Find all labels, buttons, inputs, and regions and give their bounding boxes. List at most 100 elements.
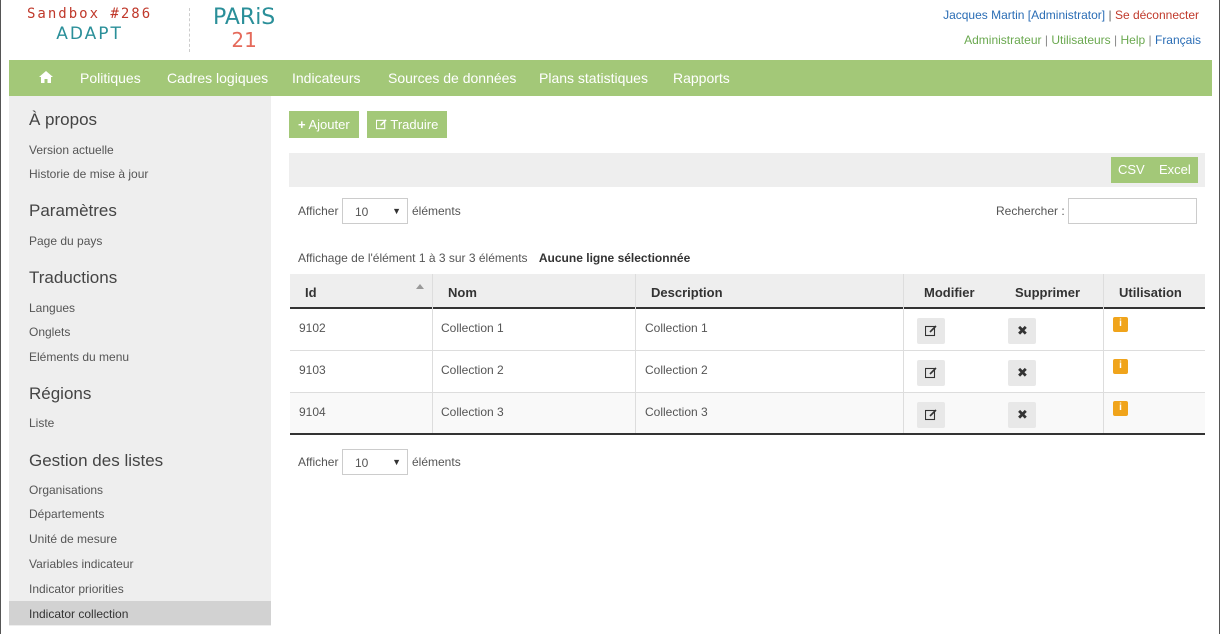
paris21-logo-line2: 21 <box>231 28 257 52</box>
sidebar-item-variables-indicateur[interactable]: Variables indicateur <box>29 557 134 571</box>
export-toolbar: CSV Excel <box>289 153 1205 187</box>
user-bar: Jacques Martin [Administrator] | Se déco… <box>943 8 1199 22</box>
logout-link[interactable]: Se déconnecter <box>1115 8 1199 22</box>
logo-divider <box>189 8 190 52</box>
show-label-bottom: Afficher <box>298 455 339 469</box>
sidebar-item-unite-de-mesure[interactable]: Unité de mesure <box>29 532 117 546</box>
paris21-logo: PARiS 21 <box>213 5 276 52</box>
edit-icon <box>925 325 937 337</box>
entries-label: éléments <box>412 204 461 218</box>
sidebar-item-indicator-collection[interactable]: Indicator collection <box>29 607 128 621</box>
nav-sources-de-donnees[interactable]: Sources de données <box>388 70 516 86</box>
page-size-select[interactable]: 10 ▼ <box>342 198 408 224</box>
sidebar-item-departements[interactable]: Départements <box>29 507 104 521</box>
column-header-modifier[interactable]: Modifier <box>924 285 975 300</box>
column-header-id[interactable]: Id <box>305 285 317 300</box>
column-header-utilisation[interactable]: Utilisation <box>1119 285 1182 300</box>
selection-info: Aucune ligne sélectionnée <box>538 251 691 265</box>
plus-icon: + <box>298 117 306 132</box>
usage-info-icon[interactable]: i <box>1113 317 1128 332</box>
usage-info-icon[interactable]: i <box>1113 359 1128 374</box>
admin-links: Administrateur | Utilisateurs | Help | F… <box>964 33 1201 47</box>
excel-button[interactable]: Excel <box>1152 157 1198 183</box>
help-link[interactable]: Help <box>1120 33 1145 47</box>
table-info-count: Affichage de l'élément 1 à 3 sur 3 éléme… <box>298 251 528 265</box>
separator: | <box>1044 33 1048 47</box>
sidebar-item-onglets[interactable]: Onglets <box>29 325 70 339</box>
sidebar-item-langues[interactable]: Langues <box>29 301 75 315</box>
sidebar-heading-gestion-des-listes: Gestion des listes <box>29 451 164 470</box>
edit-icon <box>925 409 937 421</box>
cell-description: Collection 3 <box>645 405 708 419</box>
delete-icon: ✖ <box>1017 365 1028 380</box>
column-header-supprimer[interactable]: Supprimer <box>1015 285 1080 300</box>
delete-icon: ✖ <box>1017 323 1028 338</box>
sort-asc-icon <box>416 284 424 289</box>
usage-info-icon[interactable]: i <box>1113 401 1128 416</box>
show-label: Afficher <box>298 204 339 218</box>
brand-sandbox-label: Sandbox #286 <box>27 6 153 22</box>
main-nav: Politiques Cadres logiques Indicateurs S… <box>9 60 1212 96</box>
add-button[interactable]: + Ajouter <box>289 111 359 138</box>
language-link[interactable]: Français <box>1155 33 1201 47</box>
table-row[interactable]: 9104 Collection 3 Collection 3 ✖ i <box>290 393 1205 435</box>
page-size-value: 10 <box>355 456 369 470</box>
search-input[interactable] <box>1068 198 1197 224</box>
table-row[interactable]: 9102 Collection 1 Collection 1 ✖ i <box>290 309 1205 351</box>
nav-plans-statistiques[interactable]: Plans statistiques <box>539 70 648 86</box>
sidebar-item-historie[interactable]: Historie de mise à jour <box>29 167 148 181</box>
users-link[interactable]: Utilisateurs <box>1051 33 1110 47</box>
sidebar-heading-a-propos: À propos <box>29 110 98 129</box>
page-size-value: 10 <box>355 205 369 219</box>
nav-cadres-logiques[interactable]: Cadres logiques <box>167 70 268 86</box>
delete-icon: ✖ <box>1017 407 1028 422</box>
separator: | <box>1148 33 1152 47</box>
edit-icon <box>375 119 387 130</box>
table-info: Affichage de l'élément 1 à 3 sur 3 éléme… <box>298 251 690 265</box>
cell-nom: Collection 2 <box>441 363 504 377</box>
column-divider <box>903 274 904 435</box>
add-button-label: Ajouter <box>308 117 350 132</box>
cell-id: 9104 <box>299 405 326 419</box>
nav-indicateurs[interactable]: Indicateurs <box>292 70 360 86</box>
user-name-link[interactable]: Jacques Martin [Administrator] <box>943 8 1105 22</box>
separator: | <box>1108 8 1112 22</box>
cell-description: Collection 2 <box>645 363 708 377</box>
table-header: Id Nom Description Modifier Supprimer Ut… <box>290 274 1205 309</box>
page-size-select-bottom[interactable]: 10 ▼ <box>342 449 408 475</box>
paris21-logo-line1: PARiS <box>213 5 276 30</box>
home-icon[interactable] <box>39 70 53 84</box>
search-label: Rechercher : <box>996 204 1065 218</box>
delete-button[interactable]: ✖ <box>1008 402 1036 428</box>
brand-adapt-label: ADAPT <box>56 24 123 44</box>
edit-icon <box>925 367 937 379</box>
table-row[interactable]: 9103 Collection 2 Collection 2 ✖ i <box>290 351 1205 393</box>
column-header-nom[interactable]: Nom <box>448 285 477 300</box>
delete-button[interactable]: ✖ <box>1008 318 1036 344</box>
column-header-description[interactable]: Description <box>651 285 723 300</box>
edit-button[interactable] <box>917 402 945 428</box>
sidebar-item-version-actuelle[interactable]: Version actuelle <box>29 143 114 157</box>
sidebar-heading-traductions: Traductions <box>29 268 118 287</box>
translate-button[interactable]: Traduire <box>367 111 448 138</box>
sidebar-heading-regions: Régions <box>29 384 92 403</box>
administrator-link[interactable]: Administrateur <box>964 33 1041 47</box>
sidebar-item-liste[interactable]: Liste <box>29 416 54 430</box>
csv-button[interactable]: CSV <box>1111 157 1152 183</box>
header: Sandbox #286 ADAPT PARiS 21 Jacques Mart… <box>1 0 1220 58</box>
nav-politiques[interactable]: Politiques <box>80 70 141 86</box>
sidebar-item-page-du-pays[interactable]: Page du pays <box>29 234 102 248</box>
sidebar: À propos Version actuelle Historie de mi… <box>9 96 271 626</box>
site-logo[interactable]: Sandbox #286 ADAPT <box>27 6 152 44</box>
delete-button[interactable]: ✖ <box>1008 360 1036 386</box>
cell-id: 9102 <box>299 321 326 335</box>
nav-rapports[interactable]: Rapports <box>673 70 730 86</box>
edit-button[interactable] <box>917 318 945 344</box>
sidebar-item-indicator-priorities[interactable]: Indicator priorities <box>29 582 124 596</box>
column-divider <box>432 274 433 435</box>
sidebar-item-organisations[interactable]: Organisations <box>29 483 103 497</box>
edit-button[interactable] <box>917 360 945 386</box>
table-bottom-border <box>290 433 1205 435</box>
sidebar-item-elements-du-menu[interactable]: Eléments du menu <box>29 350 129 364</box>
collections-table: Id Nom Description Modifier Supprimer Ut… <box>290 274 1205 435</box>
